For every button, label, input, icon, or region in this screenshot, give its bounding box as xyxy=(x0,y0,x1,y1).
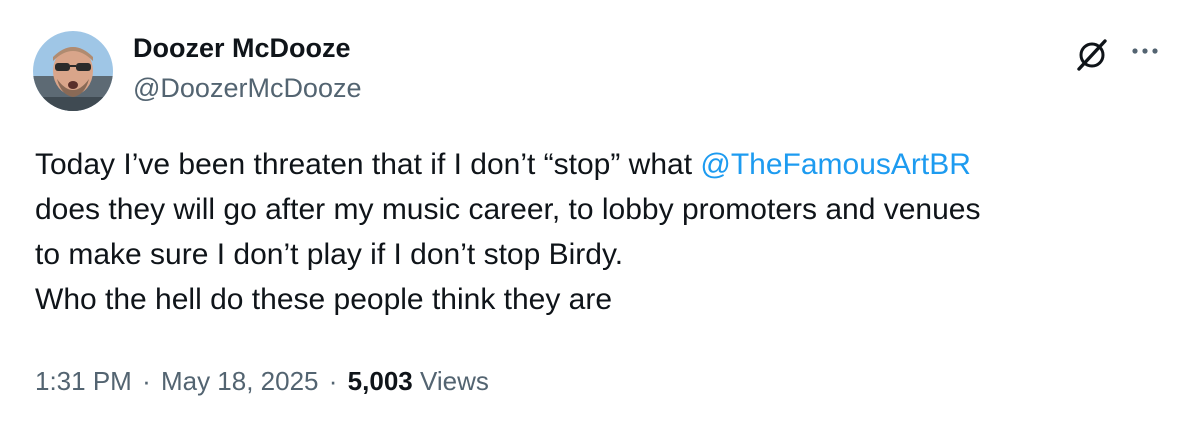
tweet-time[interactable]: 1:31 PM xyxy=(35,366,132,396)
tweet-line: does they will go after my music career,… xyxy=(35,193,981,226)
tweet-text: Today I’ve been threaten that if I don’t… xyxy=(35,142,1175,322)
tweet-line: Who the hell do these people think they … xyxy=(35,283,613,316)
user-handle[interactable]: @DoozerMcDooze xyxy=(133,73,362,104)
tweet-line: Today I’ve been threaten that if I don’t… xyxy=(35,142,1175,187)
meta-separator: · xyxy=(328,366,338,396)
display-name[interactable]: Doozer McDooze xyxy=(133,33,351,64)
tweet-date[interactable]: May 18, 2025 xyxy=(161,366,319,396)
more-icon[interactable] xyxy=(1126,36,1166,66)
tweet-card: Doozer McDooze @DoozerMcDooze Today I’ve… xyxy=(0,0,1200,433)
mention-link[interactable]: @TheFamousArtBR xyxy=(700,148,971,181)
meta-separator: · xyxy=(142,366,151,396)
avatar[interactable] xyxy=(33,31,113,111)
tweet-line: to make sure I don’t play if I don’t sto… xyxy=(35,238,624,271)
views-count[interactable]: 5,003 xyxy=(348,366,413,396)
grok-icon[interactable] xyxy=(1072,34,1112,74)
tweet-meta: 1:31 PM · May 18, 2025 · 5,003 Views xyxy=(35,366,489,397)
tweet-text-segment: Today I’ve been threaten that if I don’t… xyxy=(35,148,701,181)
views-label: Views xyxy=(419,366,489,396)
